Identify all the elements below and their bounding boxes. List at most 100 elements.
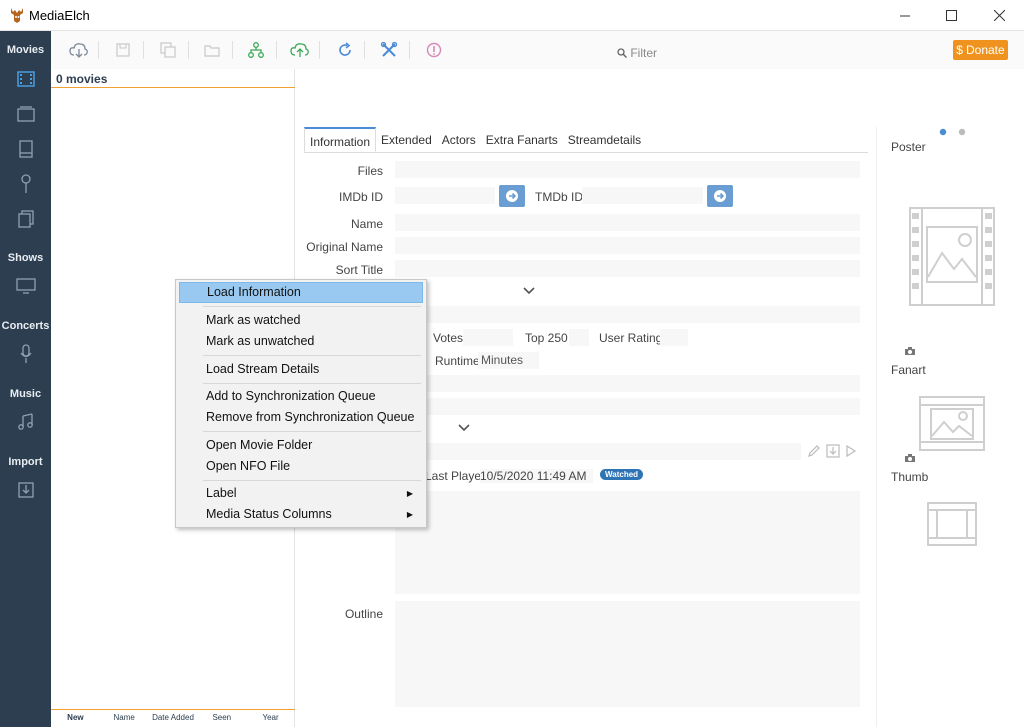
menu-item-mark-as-unwatched[interactable]: Mark as unwatched (179, 331, 423, 352)
reload-icon[interactable] (334, 39, 356, 61)
menu-item-media-status-columns[interactable]: Media Status Columns ▶ (179, 504, 423, 525)
watched-badge[interactable]: Watched (600, 469, 644, 480)
menu-item-add-to-sync-queue[interactable]: Add to Synchronization Queue (179, 386, 423, 407)
camera-icon[interactable] (904, 346, 916, 356)
runtime-input[interactable]: Minutes (478, 352, 539, 369)
tmdb-id-input[interactable] (582, 187, 703, 204)
column-header-seen[interactable]: Seen (197, 710, 246, 727)
music-note-icon[interactable] (14, 410, 38, 434)
text-field[interactable] (395, 398, 860, 415)
toolbar-separator (409, 41, 410, 59)
donate-button[interactable]: $ Donate (953, 40, 1008, 60)
save-all-icon[interactable] (157, 39, 179, 61)
thumb-label: Thumb (891, 470, 929, 484)
donate-label: Donate (965, 43, 1005, 57)
chevron-down-icon (523, 287, 535, 295)
tv-shows-monitor-icon[interactable] (14, 274, 38, 298)
filter-placeholder: Filter (630, 46, 658, 60)
last-played-value[interactable]: 10/5/2020 11:49 AM (480, 469, 593, 483)
original-name-label: Original Name (306, 240, 383, 254)
close-button[interactable] (976, 0, 1022, 31)
detail-tabs: Information Extended Actors Extra Fanart… (304, 127, 868, 153)
submenu-arrow-icon: ▶ (406, 489, 413, 498)
chevron-down-icon (458, 424, 470, 432)
column-header-name[interactable]: Name (100, 710, 149, 727)
fanart-placeholder-icon[interactable] (919, 396, 985, 451)
title-bar: MediaElch (0, 0, 1024, 31)
votes-input[interactable] (463, 329, 513, 346)
imdb-id-label: IMDb ID (338, 190, 383, 204)
tab-extra-fanarts[interactable]: Extra Fanarts (481, 127, 563, 152)
name-label: Name (350, 217, 383, 231)
menu-item-open-nfo-file[interactable]: Open NFO File (179, 456, 423, 477)
thumb-placeholder-icon[interactable] (927, 502, 977, 546)
runtime-label: Runtime (435, 354, 480, 368)
outline-textarea[interactable] (395, 601, 860, 707)
genres-book-icon[interactable] (14, 137, 38, 161)
tab-extended[interactable]: Extended (376, 127, 437, 152)
poster-placeholder-icon[interactable] (909, 207, 995, 306)
open-folder-icon[interactable] (201, 39, 223, 61)
scrape-cloud-icon[interactable] (68, 39, 90, 61)
camera-icon[interactable] (904, 453, 916, 463)
sidebar-section-shows: Shows (7, 252, 44, 264)
save-icon[interactable] (112, 39, 134, 61)
toolbar-separator (364, 41, 365, 59)
certification-key-icon[interactable] (14, 172, 38, 196)
menu-item-remove-from-sync-queue[interactable]: Remove from Synchronization Queue (179, 407, 423, 428)
import-download-icon[interactable] (14, 478, 38, 502)
imdb-id-input[interactable] (395, 187, 495, 204)
menu-item-mark-as-watched[interactable]: Mark as watched (179, 310, 423, 331)
files-label: Files (357, 164, 383, 178)
menu-item-open-movie-folder[interactable]: Open Movie Folder (179, 435, 423, 456)
minimize-button[interactable] (882, 0, 928, 31)
files-field[interactable] (395, 161, 860, 178)
menu-item-load-information[interactable]: Load Information (179, 282, 423, 303)
movie-sets-icon[interactable] (14, 102, 38, 126)
sidebar-section-import: Import (8, 456, 43, 468)
arrow-right-icon (506, 190, 518, 202)
edit-pencil-icon[interactable] (807, 444, 821, 458)
tab-information[interactable]: Information (304, 127, 377, 152)
concerts-microphone-icon[interactable] (14, 342, 38, 366)
divider (51, 87, 295, 88)
tab-streamdetails[interactable]: Streamdetails (563, 127, 646, 152)
menu-item-load-stream-details[interactable]: Load Stream Details (179, 359, 423, 380)
about-info-icon[interactable] (423, 39, 445, 61)
movies-film-icon[interactable] (14, 67, 38, 91)
fanart-label: Fanart (891, 363, 926, 377)
column-header-date-added[interactable]: Date Added (149, 710, 198, 727)
duplicates-icon[interactable] (14, 207, 38, 231)
settings-tools-icon[interactable] (378, 39, 400, 61)
poster-label: Poster (891, 140, 926, 154)
original-name-input[interactable] (395, 237, 860, 254)
text-field[interactable] (395, 375, 860, 392)
sets-sitemap-icon[interactable] (245, 39, 267, 61)
trailer-input[interactable] (395, 443, 801, 460)
page-dots[interactable] (938, 128, 968, 136)
sort-title-input[interactable] (395, 260, 860, 277)
column-header-year[interactable]: Year (246, 710, 295, 727)
text-field[interactable] (395, 306, 860, 323)
name-input[interactable] (395, 214, 860, 231)
maximize-button[interactable] (928, 0, 974, 31)
menu-item-label-text: Label (206, 486, 237, 500)
imdb-open-button[interactable] (499, 185, 525, 207)
download-icon[interactable] (826, 444, 840, 458)
toolbar-separator (276, 41, 277, 59)
submenu-arrow-icon: ▶ (406, 510, 413, 519)
play-icon[interactable] (845, 444, 857, 458)
user-rating-input[interactable] (660, 329, 688, 346)
plot-textarea[interactable] (395, 491, 860, 594)
upload-cloud-icon[interactable] (289, 39, 311, 61)
tmdb-open-button[interactable] (707, 185, 733, 207)
tab-actors[interactable]: Actors (437, 127, 481, 152)
outline-label: Outline (344, 607, 383, 621)
top250-input[interactable] (569, 329, 589, 346)
filter-search-input[interactable]: Filter (617, 46, 657, 60)
app-title: MediaElch (29, 8, 90, 23)
menu-item-label[interactable]: Label ▶ (179, 483, 423, 504)
column-header-new[interactable]: New (51, 710, 100, 727)
menu-separator (203, 480, 421, 481)
menu-separator (203, 383, 421, 384)
